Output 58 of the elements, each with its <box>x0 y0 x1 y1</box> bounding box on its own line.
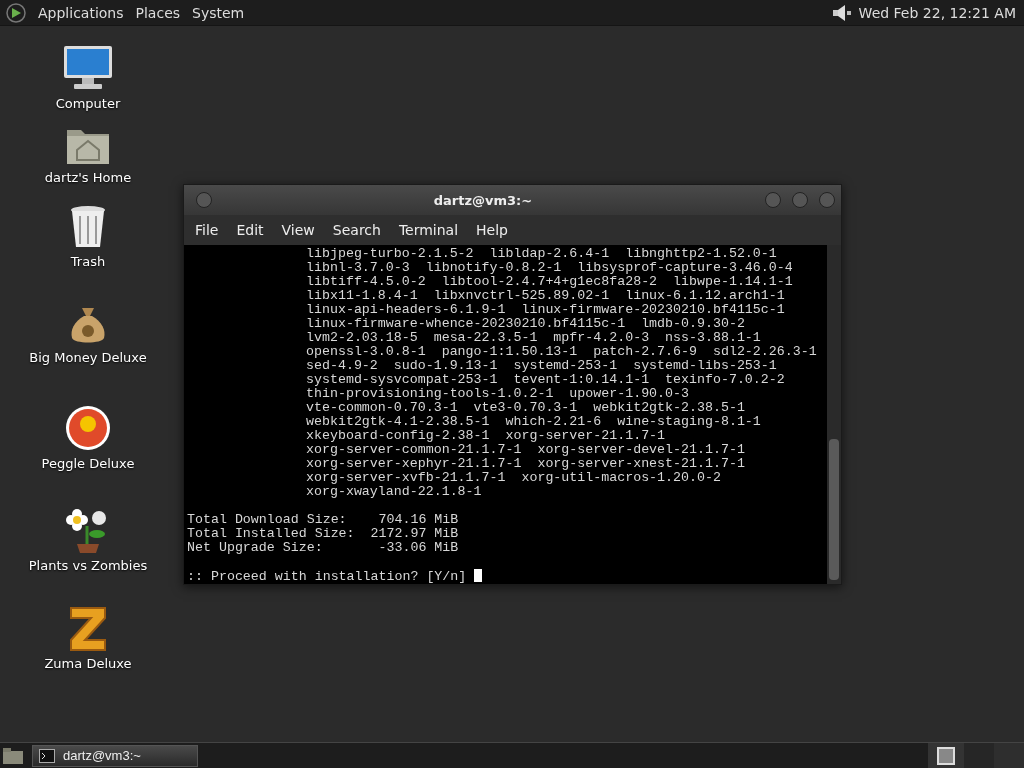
panel-menu[interactable]: Applications <box>38 4 124 21</box>
desktop-icon-label[interactable]: dartz's Home <box>44 170 132 185</box>
terminal-line: openssl-3.0.8-1 pango-1:1.50.13-1 patch-2.7.6-9 sdl2-2.26.3-1 <box>306 344 817 359</box>
menu-item[interactable]: View <box>274 222 326 238</box>
terminal-line: xorg-xwayland-22.1.8-1 <box>306 484 482 499</box>
desktop-icon-label[interactable]: Computer <box>55 96 121 111</box>
terminal-line: libnl-3.7.0-3 libnotify-0.8.2-1 libsysprof-capture-3.46.0-4 <box>306 260 793 275</box>
terminal-line: xorg-server-common-21.1.7-1 xorg-server-devel-21.1.7-1 <box>306 442 745 457</box>
menu-item[interactable]: File <box>188 222 230 238</box>
terminal-prompt: :: Proceed with installation? [Y/n] <box>187 569 467 584</box>
scrollbar[interactable] <box>827 245 841 584</box>
panel-menu[interactable]: System <box>192 4 245 21</box>
desktop-icon-label[interactable]: Plants vs Zombies <box>28 558 148 573</box>
maximize-button[interactable] <box>792 192 808 208</box>
window-menu-button[interactable] <box>196 192 212 208</box>
terminal-line: libx11-1.8.4-1 libxnvctrl-525.89.02-1 linux-6.1.12.arch1-1 <box>306 288 785 303</box>
logo-icon[interactable] <box>6 2 26 23</box>
terminal-line: vte-common-0.70.3-1 vte3-0.70.3-1 webkit2gtk-2.38.5-1 <box>306 400 745 415</box>
game-emblem-icon <box>67 604 109 652</box>
terminal-line: Total Download Size: 704.16 MiB <box>187 512 459 527</box>
terminal-line: linux-api-headers-6.1.9-1 linux-firmware-20230210.bf4115c-1 <box>306 302 785 317</box>
terminal-line: lvm2-2.03.18-5 mesa-22.3.5-1 mpfr-4.2.0-3 nss-3.88.1-1 <box>306 330 761 345</box>
terminal-line: Total Installed Size: 2172.97 MiB <box>187 526 459 541</box>
desktop-icon-label[interactable]: Peggle Deluxe <box>41 456 135 471</box>
menu-item[interactable]: Search <box>325 222 392 238</box>
terminal-line: libtiff-4.5.0-2 libtool-2.4.7+4+g1ec8fa28-2 libwpe-1.14.1-1 <box>306 274 793 289</box>
terminal-line: sed-4.9-2 sudo-1.9.13-1 systemd-253-1 systemd-libs-253-1 <box>306 358 777 373</box>
terminal-icon <box>39 748 55 763</box>
terminal-line: Net Upgrade Size: -33.06 MiB <box>187 540 459 555</box>
monitor-icon <box>62 44 114 92</box>
clock[interactable]: Wed Feb 22, 12:21 AM <box>858 4 1018 21</box>
terminal-line: thin-provisioning-tools-1.0.2-1 upower-1.90.0-3 <box>306 386 689 401</box>
ball-icon <box>64 404 112 452</box>
menu-item[interactable]: Help <box>469 222 519 238</box>
minimize-button[interactable] <box>765 192 781 208</box>
window-title: dartz@vm3:~ <box>432 192 534 208</box>
terminal-line: xorg-server-xephyr-21.1.7-1 xorg-server-xnest-21.1.7-1 <box>306 456 745 471</box>
scrollbar-thumb[interactable] <box>829 439 839 580</box>
terminal-line: webkit2gtk-4.1-2.38.5-1 which-2.21-6 wine-staging-8.1-1 <box>306 414 761 429</box>
menu-item[interactable]: Edit <box>229 222 275 238</box>
terminal-line: systemd-sysvcompat-253-1 tevent-1:0.14.1-1 texinfo-7.0.2-2 <box>306 372 785 387</box>
terminal-line: xkeyboard-config-2.38-1 xorg-server-21.1.7-1 <box>306 428 666 443</box>
desktop-icon-label[interactable]: Big Money Deluxe <box>29 350 147 365</box>
terminal-line: linux-firmware-whence-20230210.bf4115c-1 lmdb-0.9.30-2 <box>306 316 745 331</box>
workspace-icon[interactable] <box>937 746 955 765</box>
terminal-line: xorg-server-xvfb-21.1.7-1 xorg-util-macros-1.20.0-2 <box>306 470 721 485</box>
show-desktop-icon[interactable] <box>2 746 24 765</box>
workspace-switcher[interactable] <box>928 743 1024 768</box>
text-cursor <box>474 569 483 582</box>
terminal-line: libjpeg-turbo-2.1.5-2 libldap-2.6.4-1 libnghttp2-1.52.0-1 <box>306 246 777 261</box>
close-button[interactable] <box>819 192 835 208</box>
panel-menu[interactable]: Places <box>135 4 181 21</box>
taskbar-button[interactable]: dartz@vm3:~ <box>32 744 198 767</box>
desktop-icon-label[interactable]: Trash <box>70 254 106 269</box>
desktop-icon-label[interactable]: Zuma Deluxe <box>44 656 132 671</box>
trash-icon <box>68 204 108 250</box>
menu-item[interactable]: Terminal <box>391 222 470 238</box>
speaker-icon[interactable] <box>830 2 853 23</box>
